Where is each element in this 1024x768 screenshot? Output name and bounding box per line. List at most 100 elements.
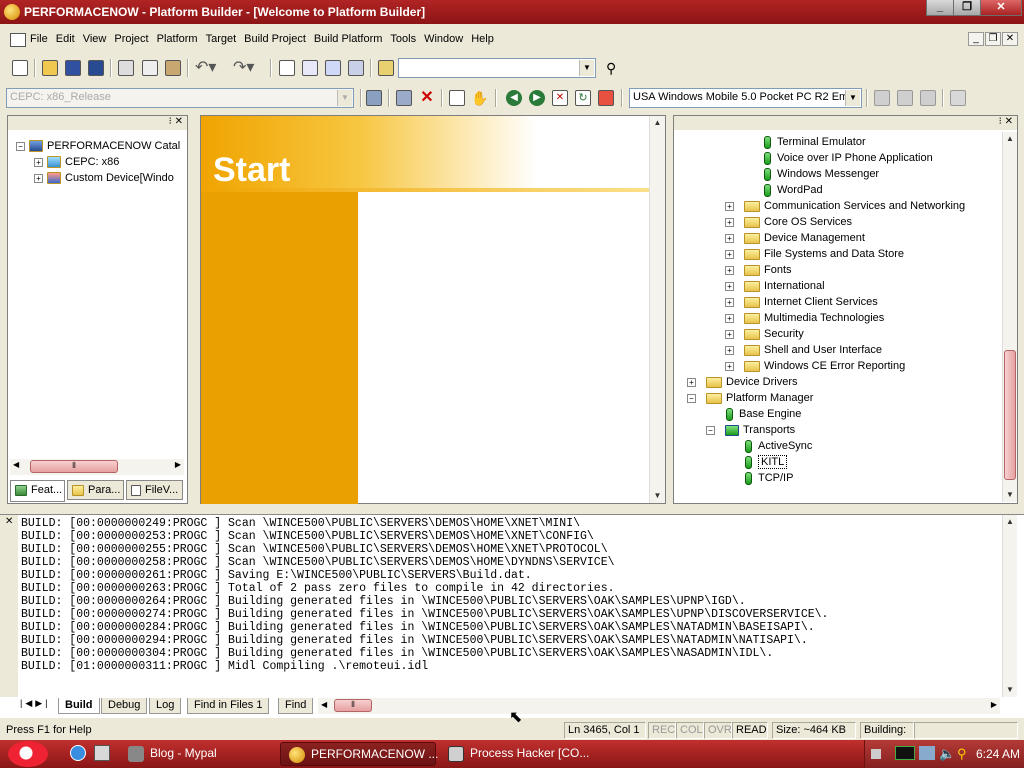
- scroll-down-icon[interactable]: ▼: [1003, 683, 1017, 697]
- scroll-left-icon[interactable]: ◀: [13, 460, 19, 469]
- tab-file-view[interactable]: FileV...: [126, 480, 183, 500]
- dock-icon[interactable]: ⁝: [169, 116, 172, 127]
- scroll-up-icon[interactable]: ▲: [1003, 132, 1017, 146]
- keyboard-icon[interactable]: [871, 749, 881, 759]
- chevron-down-icon[interactable]: ▼: [845, 90, 860, 106]
- expand-icon[interactable]: +: [725, 361, 734, 371]
- menu-file[interactable]: File: [26, 30, 52, 48]
- device-tools-button[interactable]: [918, 88, 938, 108]
- scroll-left-icon[interactable]: ◀: [321, 700, 327, 709]
- expand-icon[interactable]: +: [687, 377, 696, 387]
- close-button[interactable]: ✕: [980, 0, 1022, 16]
- dock-icon[interactable]: ⁝: [999, 116, 1002, 127]
- tab-debug[interactable]: Debug: [101, 698, 148, 714]
- catalog-item[interactable]: Windows Messenger: [764, 166, 879, 182]
- catalog-item[interactable]: + Internet Client Services: [725, 294, 878, 310]
- catalog-item[interactable]: + Device Management: [725, 230, 865, 246]
- close-icon[interactable]: ✕: [175, 116, 183, 127]
- menu-target[interactable]: Target: [202, 30, 241, 48]
- menu-platform[interactable]: Platform: [153, 30, 202, 48]
- catalog-item[interactable]: Terminal Emulator: [764, 134, 866, 150]
- scroll-down-icon[interactable]: ▼: [1003, 488, 1017, 502]
- workspace-tree-item[interactable]: + CEPC: x86: [34, 154, 119, 170]
- scroll-down-icon[interactable]: ▼: [650, 489, 665, 503]
- stop-navigation-button[interactable]: ✕: [550, 88, 570, 108]
- forward-button[interactable]: ▶: [527, 88, 547, 108]
- mdi-minimize-button[interactable]: _: [968, 32, 984, 46]
- catalog-item[interactable]: Voice over IP Phone Application: [764, 150, 933, 166]
- expand-icon[interactable]: +: [725, 313, 734, 323]
- catalog-item[interactable]: − Transports: [706, 422, 795, 438]
- catalog-item[interactable]: + Core OS Services: [725, 214, 852, 230]
- catalog-window-button[interactable]: [323, 58, 343, 78]
- scroll-up-icon[interactable]: ▲: [650, 116, 665, 130]
- build-button[interactable]: [364, 88, 384, 108]
- workspace-hscroll[interactable]: ◀ ⦀ ▶: [10, 459, 184, 475]
- catalog-item[interactable]: + File Systems and Data Store: [725, 246, 904, 262]
- window-list-button[interactable]: [346, 58, 366, 78]
- clock[interactable]: 6:24 AM: [976, 747, 1020, 761]
- device-emulator-button[interactable]: [948, 88, 968, 108]
- collapse-icon[interactable]: −: [16, 141, 25, 151]
- find-combo[interactable]: ▼: [398, 58, 596, 78]
- undo-button[interactable]: ↶▾: [195, 58, 225, 78]
- chevron-down-icon[interactable]: ▼: [579, 60, 594, 76]
- expand-icon[interactable]: +: [725, 233, 734, 243]
- collapse-icon[interactable]: −: [706, 425, 715, 435]
- device-connect-button[interactable]: [872, 88, 892, 108]
- rebuild-button[interactable]: [394, 88, 414, 108]
- app-icon[interactable]: [4, 4, 20, 20]
- pan-button[interactable]: ✋: [470, 88, 490, 108]
- paste-button[interactable]: [163, 58, 183, 78]
- scroll-thumb[interactable]: ⦀: [30, 460, 118, 473]
- expand-icon[interactable]: +: [34, 157, 43, 167]
- workspace-tree-item[interactable]: + Custom Device[Windo: [34, 170, 174, 186]
- menu-project[interactable]: Project: [110, 30, 152, 48]
- cpu-graph-icon[interactable]: [895, 746, 915, 760]
- new-workspace-button[interactable]: [10, 58, 30, 78]
- output-vscroll[interactable]: ▲ ▼: [1002, 515, 1017, 697]
- output-hscroll[interactable]: ◀ ⦀ ▶: [318, 698, 1000, 714]
- expand-icon[interactable]: +: [725, 329, 734, 339]
- task-blog-mypal[interactable]: Blog - Mypal: [120, 742, 272, 766]
- find-button[interactable]: ⚲: [606, 58, 626, 78]
- menu-help[interactable]: Help: [467, 30, 498, 48]
- catalog-item[interactable]: ActiveSync: [745, 438, 812, 454]
- workspace-window-button[interactable]: [277, 58, 297, 78]
- scroll-right-icon[interactable]: ▶: [175, 460, 181, 469]
- browser-icon[interactable]: [70, 745, 86, 761]
- welcome-vscroll[interactable]: ▲ ▼: [649, 116, 665, 503]
- catalog-vscroll[interactable]: ▲ ▼: [1002, 132, 1017, 502]
- workspace-tree-item[interactable]: − PERFORMACENOW Catal: [16, 138, 180, 154]
- catalog-item[interactable]: TCP/IP: [745, 470, 793, 486]
- tab-build[interactable]: Build: [58, 698, 100, 714]
- first-tab-icon[interactable]: |◀: [20, 698, 35, 708]
- tab-find[interactable]: Find: [278, 698, 314, 714]
- menu-view[interactable]: View: [79, 30, 111, 48]
- configuration-combo[interactable]: CEPC: x86_Release ▼: [6, 88, 354, 108]
- close-icon[interactable]: ✕: [5, 516, 13, 527]
- back-button[interactable]: ◀: [504, 88, 524, 108]
- network-icon[interactable]: [919, 746, 935, 760]
- close-icon[interactable]: ✕: [1005, 116, 1013, 127]
- tab-feature-view[interactable]: Feat...: [10, 480, 65, 502]
- catalog-item[interactable]: Base Engine: [726, 406, 801, 422]
- expand-icon[interactable]: +: [725, 201, 734, 211]
- task-process-hacker[interactable]: Process Hacker [CO...: [440, 742, 596, 766]
- find-in-files-button[interactable]: [376, 58, 396, 78]
- expand-icon[interactable]: +: [725, 281, 734, 291]
- catalog-item[interactable]: + Fonts: [725, 262, 792, 278]
- expand-icon[interactable]: +: [725, 265, 734, 275]
- home-button[interactable]: [596, 88, 616, 108]
- refresh-button[interactable]: ↻: [573, 88, 593, 108]
- catalog-item[interactable]: WordPad: [764, 182, 823, 198]
- expand-icon[interactable]: +: [34, 173, 43, 183]
- next-tab-icon[interactable]: ▶|: [35, 698, 50, 708]
- catalog-item[interactable]: + Communication Services and Networking: [725, 198, 965, 214]
- menu-build-project[interactable]: Build Project: [240, 30, 310, 48]
- sdk-combo[interactable]: USA Windows Mobile 5.0 Pocket PC R2 Em ▼: [629, 88, 862, 108]
- scroll-up-icon[interactable]: ▲: [1003, 515, 1017, 529]
- catalog-item[interactable]: + Shell and User Interface: [725, 342, 882, 358]
- expand-icon[interactable]: +: [725, 345, 734, 355]
- catalog-item[interactable]: − Platform Manager: [687, 390, 813, 406]
